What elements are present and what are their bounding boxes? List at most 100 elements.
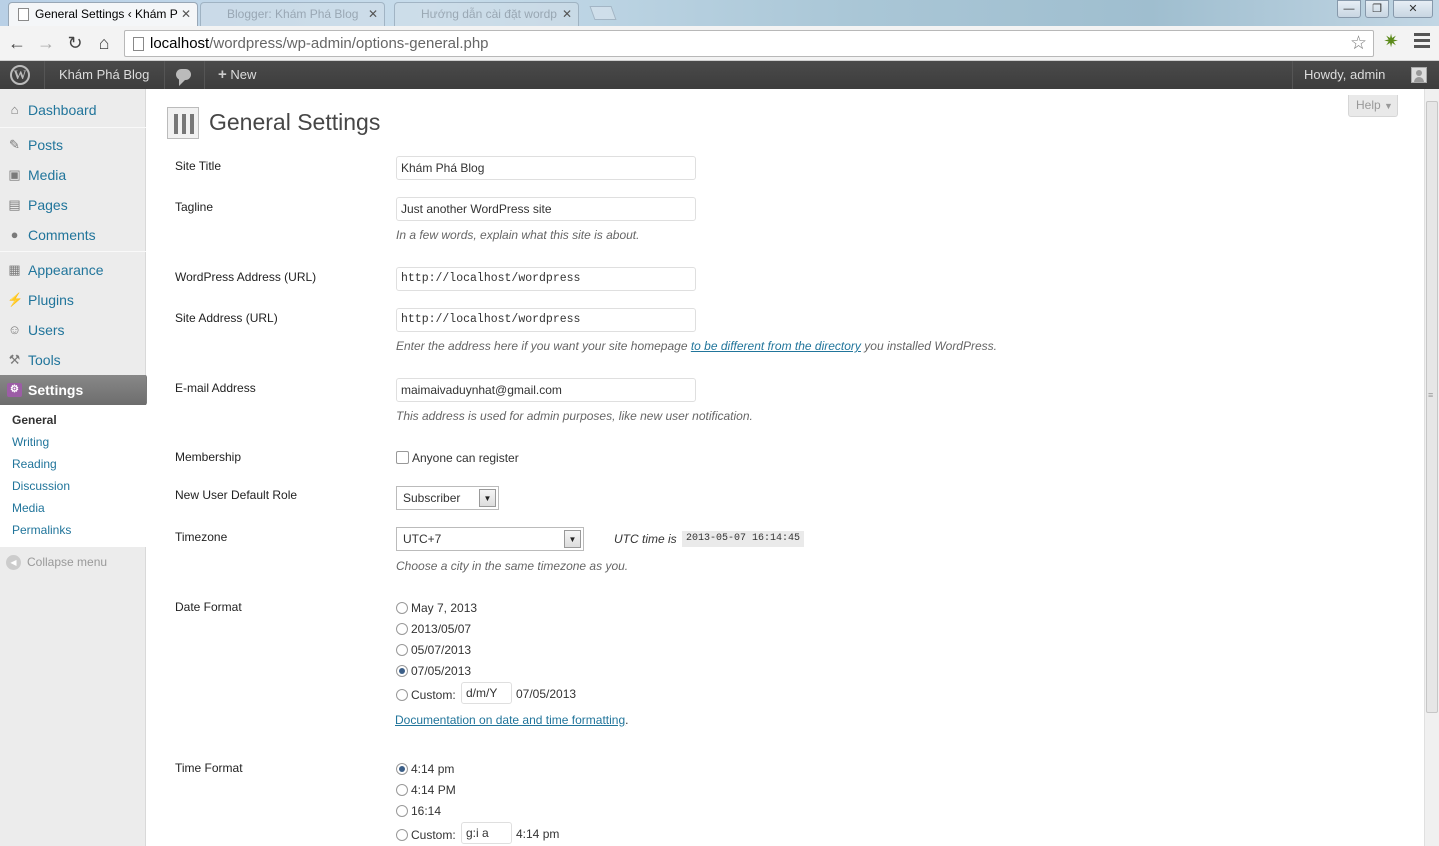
restore-icon[interactable]: ❐ [1365, 0, 1389, 18]
tools-icon: ⚒ [8, 352, 21, 367]
site-name-link[interactable]: Khám Phá Blog [59, 61, 149, 89]
time-custom-label[interactable]: Custom: [411, 828, 456, 842]
sidebar-item-dashboard[interactable]: ⌂ Dashboard [0, 95, 146, 125]
sidebar-item-settings[interactable]: ⚙ Settings [0, 375, 146, 405]
date-option-label[interactable]: 05/07/2013 [411, 643, 471, 657]
dashboard-icon: ⌂ [10, 102, 19, 117]
date-option-label[interactable]: 07/05/2013 [411, 664, 471, 678]
date-option-label[interactable]: May 7, 2013 [411, 601, 477, 615]
sidebar-item-label: Pages [28, 197, 68, 213]
home-icon[interactable]: ⌂ [93, 32, 115, 54]
sidebar-item-label: Users [28, 322, 65, 338]
comments-bubble-icon[interactable] [176, 69, 191, 86]
site-title-input[interactable]: Khám Phá Blog [396, 156, 696, 180]
back-arrow-icon[interactable]: ← [6, 32, 28, 54]
time-format-radio[interactable] [396, 805, 408, 817]
date-format-radio[interactable] [396, 623, 408, 635]
sidebar-item-tools[interactable]: ⚒ Tools [0, 345, 146, 375]
forward-arrow-icon[interactable]: → [35, 32, 57, 54]
sidebar-item-users[interactable]: ☺ Users [0, 315, 146, 345]
admin-sidebar: ⌂ Dashboard ✎ Posts ▣ Media ▤ Pages ● Co… [0, 89, 154, 846]
browser-menu-icon[interactable] [1414, 33, 1430, 51]
date-custom-label[interactable]: Custom: [411, 688, 456, 702]
page-icon [133, 37, 144, 51]
time-format-custom-radio[interactable] [396, 829, 408, 841]
wp-address-label: WordPress Address (URL) [175, 270, 317, 284]
time-option-label[interactable]: 4:14 PM [411, 783, 456, 797]
address-bar[interactable]: localhost/wordpress/wp-admin/options-gen… [124, 30, 1374, 57]
page-favicon-icon [18, 8, 29, 21]
submenu-general[interactable]: General [12, 413, 57, 427]
reload-icon[interactable]: ↻ [64, 32, 86, 54]
email-input[interactable]: maimaivaduynhat@gmail.com [396, 378, 696, 402]
avatar[interactable] [1411, 67, 1427, 83]
sidebar-item-appearance[interactable]: ▦ Appearance [0, 255, 146, 285]
tab-huong-dan[interactable]: Hướng dẫn cài đặt wordp ✕ [394, 2, 579, 26]
close-tab-icon[interactable]: ✕ [368, 3, 378, 25]
scrollbar-thumb[interactable] [1426, 101, 1438, 713]
site-address-input[interactable]: http://localhost/wordpress [396, 308, 696, 332]
default-role-select[interactable]: Subscriber ▼ [396, 486, 499, 510]
date-option-label[interactable]: 2013/05/07 [411, 622, 471, 636]
settings-submenu: General Writing Reading Discussion Media… [0, 405, 146, 547]
site-address-label: Site Address (URL) [175, 311, 278, 325]
submenu-discussion[interactable]: Discussion [12, 479, 70, 493]
tab-blogger[interactable]: Blogger: Khám Phá Blog ✕ [200, 2, 385, 26]
time-option-label[interactable]: 4:14 pm [411, 762, 454, 776]
sidebar-item-label: Comments [28, 227, 96, 243]
bookmark-star-icon[interactable]: ☆ [1350, 32, 1367, 55]
wp-admin-bar: W Khám Phá Blog + New Howdy, admin [0, 61, 1439, 89]
date-custom-input[interactable]: d/m/Y [461, 682, 512, 704]
timezone-value: UTC+7 [403, 532, 442, 546]
new-tab-button[interactable] [589, 6, 617, 20]
different-directory-link[interactable]: to be different from the directory [691, 339, 861, 353]
window-close-icon[interactable]: ✕ [1393, 0, 1433, 18]
plug-icon: ⚡ [7, 292, 24, 307]
anyone-can-register-label[interactable]: Anyone can register [412, 451, 519, 465]
date-time-doc-link[interactable]: Documentation on date and time formattin… [395, 713, 625, 727]
tab-general-settings[interactable]: General Settings ‹ Khám P ✕ [8, 2, 198, 26]
membership-label: Membership [175, 450, 242, 464]
dropdown-arrow-icon: ▼ [479, 489, 496, 507]
email-label: E-mail Address [175, 381, 256, 395]
sidebar-item-media[interactable]: ▣ Media [0, 160, 146, 190]
tab-title: Blogger: Khám Phá Blog [227, 7, 359, 21]
extension-icon[interactable]: ✷ [1381, 31, 1401, 53]
minimize-icon[interactable]: — [1337, 0, 1361, 18]
new-content-link[interactable]: + New [218, 61, 256, 89]
site-address-description: Enter the address here if you want your … [396, 339, 997, 353]
submenu-media[interactable]: Media [12, 501, 45, 515]
wordpress-logo-icon[interactable]: W [10, 65, 30, 85]
date-format-radio[interactable] [396, 602, 408, 614]
close-tab-icon[interactable]: ✕ [181, 3, 191, 25]
page-scrollbar[interactable] [1424, 89, 1439, 846]
collapse-menu-button[interactable]: ◀ Collapse menu [6, 555, 107, 571]
time-custom-input[interactable]: g:i a [461, 822, 512, 844]
sidebar-item-pages[interactable]: ▤ Pages [0, 190, 146, 220]
submenu-reading[interactable]: Reading [12, 457, 57, 471]
sidebar-item-comments[interactable]: ● Comments [0, 220, 146, 250]
tab-title: General Settings ‹ Khám P [35, 7, 178, 21]
time-format-radio-selected[interactable] [396, 763, 408, 775]
help-button[interactable]: Help ▼ [1348, 95, 1398, 117]
chevron-down-icon: ▼ [1384, 101, 1393, 111]
wp-address-input[interactable]: http://localhost/wordpress [396, 267, 696, 291]
sidebar-item-label: Plugins [28, 292, 74, 308]
site-title-label: Site Title [175, 159, 222, 173]
tagline-input[interactable]: Just another WordPress site [396, 197, 696, 221]
time-option-label[interactable]: 16:14 [411, 804, 441, 818]
submenu-writing[interactable]: Writing [12, 435, 49, 449]
sidebar-item-plugins[interactable]: ⚡ Plugins [0, 285, 146, 315]
timezone-select[interactable]: UTC+7 ▼ [396, 527, 584, 551]
time-custom-preview: 4:14 pm [516, 827, 560, 841]
help-label: Help [1356, 98, 1381, 112]
sidebar-item-posts[interactable]: ✎ Posts [0, 130, 146, 160]
close-tab-icon[interactable]: ✕ [562, 3, 572, 25]
anyone-can-register-checkbox[interactable] [396, 451, 409, 464]
time-format-radio[interactable] [396, 784, 408, 796]
date-format-custom-radio[interactable] [396, 689, 408, 701]
date-format-radio[interactable] [396, 644, 408, 656]
date-format-radio-selected[interactable] [396, 665, 408, 677]
submenu-permalinks[interactable]: Permalinks [12, 523, 71, 537]
howdy-account-link[interactable]: Howdy, admin [1304, 61, 1385, 89]
